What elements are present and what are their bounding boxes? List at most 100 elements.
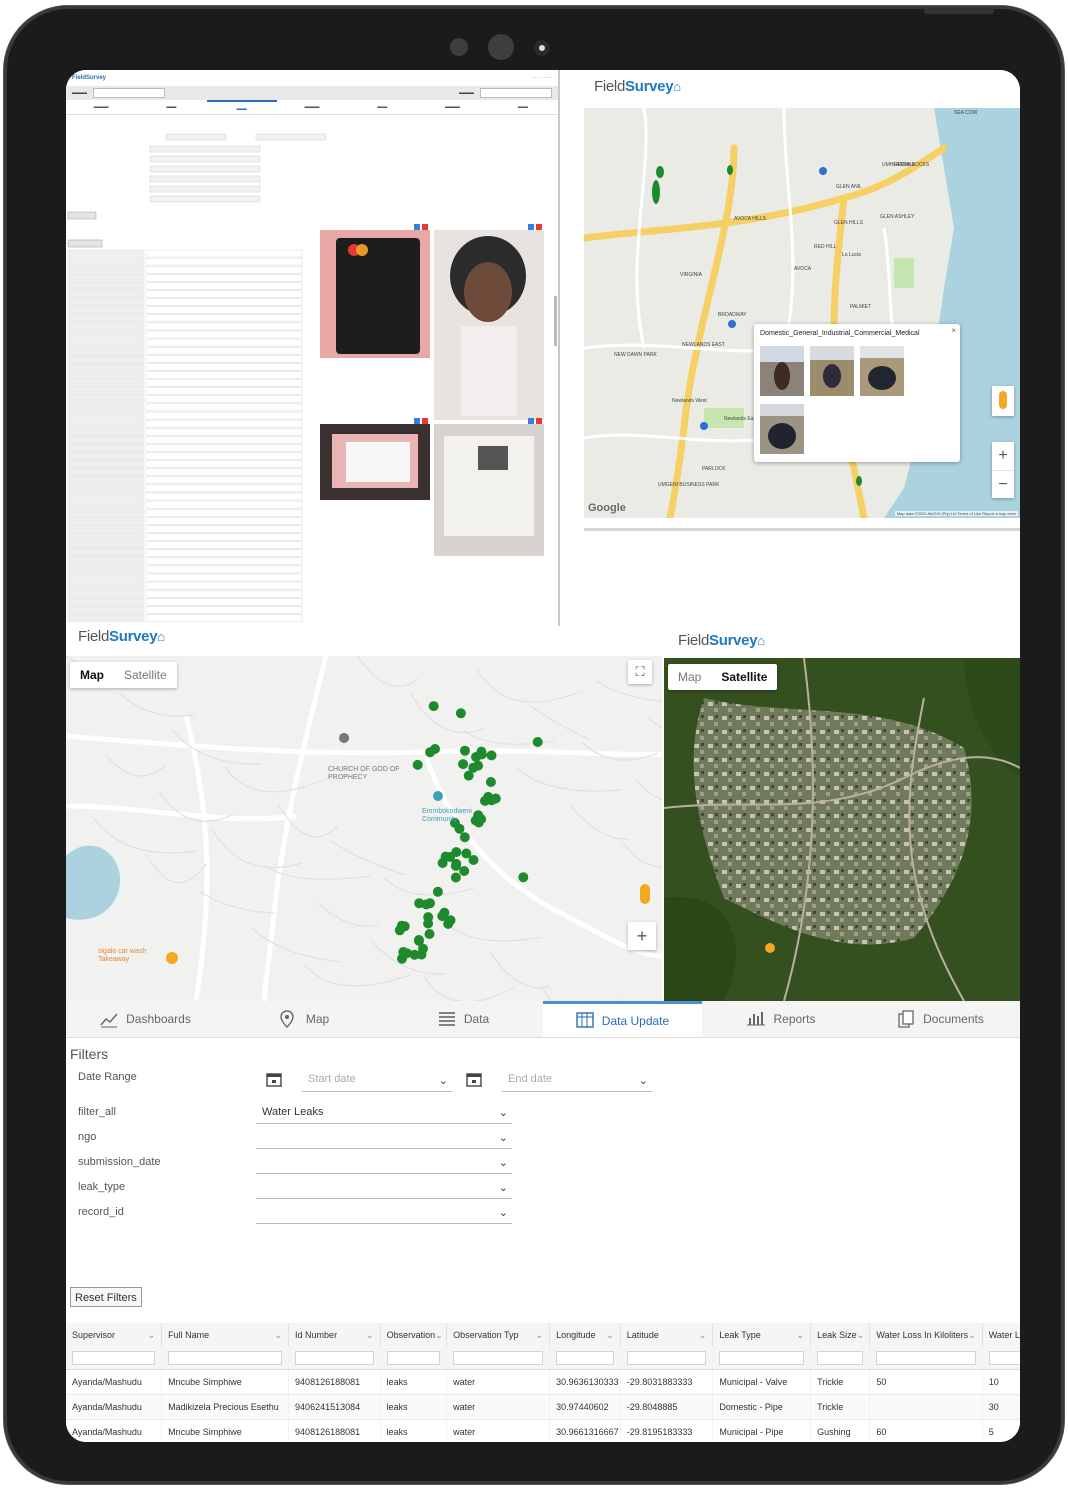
leak-marker[interactable] [414, 898, 425, 909]
filter-select-leak-type[interactable]: ⌄ [256, 1178, 512, 1199]
leak-marker[interactable] [450, 872, 461, 883]
admin-tab[interactable]: ▬▬ [488, 100, 558, 114]
chevron-down-icon: ⌄ [274, 1329, 283, 1340]
column-header[interactable]: Longitude ⌄ [549, 1323, 621, 1347]
zoom-in-button[interactable]: + [628, 922, 656, 950]
leak-marker[interactable] [430, 744, 440, 754]
overview-map[interactable]: AVOCA HILLS GLEN ANIL GLEN HILLS GLEN ASHLE… [584, 108, 1020, 518]
leak-marker[interactable] [401, 948, 412, 959]
tab-reports[interactable]: Reports [702, 1001, 861, 1037]
filter-select-ngo[interactable]: ⌄ [256, 1128, 512, 1149]
field-map[interactable]: CHURCH OF GOD OF PROPHECY Emmbokodweni C… [66, 656, 662, 1001]
tab-map[interactable]: Map [225, 1001, 384, 1037]
column-filter-input[interactable] [386, 1351, 441, 1365]
map-type-map-button[interactable]: Map [70, 662, 114, 688]
column-filter-input[interactable] [988, 1351, 1020, 1365]
fullscreen-icon[interactable]: ⛶ [628, 660, 652, 684]
street-view-pegman-icon[interactable] [992, 386, 1014, 416]
end-date-input[interactable]: End date ⌄ [502, 1071, 652, 1092]
leak-marker[interactable] [480, 795, 490, 806]
column-header[interactable]: Water Loss In Kiloliters ⌄ [869, 1323, 983, 1347]
table-row[interactable]: Ayanda/Mashudu Madikizela Precious Esethu… [66, 1394, 1020, 1420]
table-row[interactable]: Ayanda/Mashudu Mncube Simphiwe 94081261880… [66, 1369, 1020, 1395]
column-filter-input[interactable] [556, 1351, 614, 1365]
admin-view-select[interactable] [480, 88, 552, 98]
reset-filters-button[interactable]: Reset Filters [70, 1287, 142, 1307]
tab-documents[interactable]: Documents [861, 1001, 1020, 1037]
column-header[interactable]: Water Loss In L⌄ [982, 1323, 1020, 1347]
leak-marker[interactable] [423, 918, 434, 929]
column-filter-input[interactable] [295, 1351, 374, 1365]
tab-data-update[interactable]: Data Update [543, 1001, 702, 1037]
filter-select-submission-date[interactable]: ⌄ [256, 1153, 512, 1174]
column-header[interactable]: Latitude ⌄ [620, 1323, 714, 1347]
photo-thumbnail[interactable] [760, 404, 804, 454]
filter-select-filter-all[interactable]: Water Leaks ⌄ [256, 1103, 512, 1124]
column-filter-input[interactable] [719, 1351, 805, 1365]
leak-marker[interactable] [485, 777, 496, 787]
map-type-map-button[interactable]: Map [668, 664, 711, 690]
column-filter-input[interactable] [626, 1351, 707, 1365]
column-header[interactable]: Observation ⌄ [380, 1323, 448, 1347]
leak-marker[interactable] [412, 759, 423, 770]
table-row[interactable]: Ayanda/Mashudu Mncube Simphiwe 94081261880… [66, 1419, 1020, 1442]
calendar-icon[interactable] [466, 1071, 482, 1092]
leak-marker[interactable] [518, 872, 529, 883]
column-header[interactable]: Full Name ⌄ [161, 1323, 290, 1347]
leak-marker[interactable] [486, 750, 497, 761]
map-type-satellite-button[interactable]: Satellite [114, 662, 177, 688]
admin-survey-select[interactable] [93, 88, 165, 98]
admin-tab[interactable]: ▬▬ [206, 100, 277, 114]
map-type-satellite-button[interactable]: Satellite [711, 664, 777, 690]
column-header[interactable]: Observation Typ ⌄ [446, 1323, 551, 1347]
photo-thumbnail[interactable] [760, 346, 804, 396]
admin-tabs: ▬▬▬ ▬▬ ▬▬ ▬▬▬ ▬▬ ▬▬▬ ▬▬ [66, 100, 558, 115]
admin-tab[interactable]: ▬▬ [347, 100, 417, 114]
leak-marker[interactable] [468, 762, 479, 773]
leak-marker[interactable] [461, 848, 472, 859]
leak-marker[interactable] [459, 866, 470, 876]
calendar-icon[interactable] [266, 1071, 282, 1092]
leak-marker[interactable] [396, 920, 407, 931]
table-cell: 9406241513084 [288, 1394, 381, 1420]
photo-thumbnail[interactable] [860, 346, 904, 396]
leak-marker[interactable] [432, 886, 443, 897]
column-header[interactable]: Leak Type ⌄ [712, 1323, 812, 1347]
leak-marker[interactable] [428, 701, 439, 712]
start-date-input[interactable]: Start date ⌄ [302, 1071, 452, 1092]
column-header[interactable]: Supervisor ⌄ [66, 1323, 163, 1347]
map-scrollbar[interactable] [584, 528, 1020, 531]
leak-marker[interactable] [455, 708, 466, 719]
column-filter-input[interactable] [817, 1351, 864, 1365]
zoom-out-button[interactable]: − [992, 471, 1014, 499]
column-header-label: Leak Size [817, 1329, 857, 1340]
column-header[interactable]: Id Number ⌄ [288, 1323, 381, 1347]
leak-marker[interactable] [459, 832, 470, 843]
zoom-in-button[interactable]: + [992, 442, 1014, 471]
column-header[interactable]: Leak Size ⌄ [810, 1323, 871, 1347]
info-close-icon[interactable]: × [951, 326, 956, 335]
leak-marker[interactable] [445, 852, 455, 862]
leak-marker[interactable] [476, 749, 487, 760]
leak-marker[interactable] [454, 823, 465, 834]
leak-marker[interactable] [458, 759, 469, 770]
admin-tab[interactable]: ▬▬ [136, 100, 206, 114]
tab-data[interactable]: Data [384, 1001, 543, 1037]
admin-tab[interactable]: ▬▬▬ [66, 100, 136, 114]
street-view-pegman-icon[interactable] [640, 884, 650, 904]
column-filter-input[interactable] [72, 1351, 156, 1365]
satellite-map[interactable]: Map Satellite [664, 658, 1020, 1001]
admin-tab[interactable]: ▬▬▬ [417, 100, 487, 114]
tab-dashboards[interactable]: Dashboards [66, 1001, 225, 1037]
column-filter-input[interactable] [453, 1351, 544, 1365]
column-filter-input[interactable] [168, 1351, 283, 1365]
filter-select-record-id[interactable]: ⌄ [256, 1203, 512, 1224]
leak-marker[interactable] [437, 911, 448, 922]
column-filter-input[interactable] [876, 1351, 976, 1365]
leak-marker[interactable] [460, 745, 470, 756]
admin-tab[interactable]: ▬▬▬ [277, 100, 347, 114]
leak-marker[interactable] [416, 949, 427, 960]
leak-marker[interactable] [532, 737, 543, 747]
leak-marker[interactable] [424, 929, 435, 939]
photo-thumbnail[interactable] [810, 346, 854, 396]
